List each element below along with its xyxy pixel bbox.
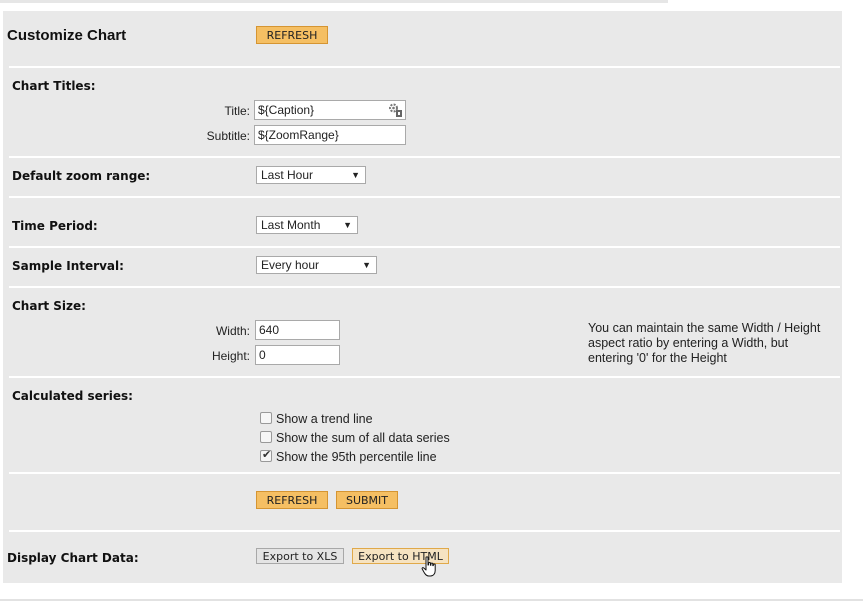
time-period-value: Last Month [261, 218, 321, 232]
refresh-button-bottom[interactable]: REFRESH [256, 491, 328, 509]
time-period-heading: Time Period: [12, 219, 98, 233]
subtitle-input[interactable]: ${ZoomRange} [254, 125, 406, 145]
divider [9, 530, 840, 532]
sum-series-checkbox[interactable] [260, 431, 272, 443]
width-input-value: 640 [259, 323, 280, 337]
divider [9, 286, 840, 288]
divider [9, 472, 840, 474]
subtitle-input-value: ${ZoomRange} [258, 128, 339, 142]
title-input[interactable]: ${Caption} [254, 100, 406, 120]
height-input-value: 0 [259, 348, 266, 362]
aspect-ratio-note-line: entering '0' for the Height [588, 351, 727, 365]
aspect-ratio-note-line: aspect ratio by entering a Width, but [588, 336, 789, 350]
top-border [0, 0, 668, 3]
divider [9, 376, 840, 378]
customize-chart-panel: Customize Chart REFRESH Chart Titles: Ti… [3, 11, 842, 583]
chart-size-heading: Chart Size: [12, 299, 86, 313]
aspect-ratio-note: You can maintain the same Width / Height… [588, 321, 840, 366]
sample-interval-value: Every hour [261, 258, 320, 272]
trend-line-checkbox[interactable] [260, 412, 272, 424]
insert-variable-icon[interactable] [388, 101, 403, 118]
height-input[interactable]: 0 [255, 345, 340, 365]
hand-pointer-icon [421, 556, 439, 578]
sample-interval-select[interactable]: Every hour ▼ [256, 256, 377, 274]
chart-titles-heading: Chart Titles: [12, 79, 96, 93]
zoom-range-heading: Default zoom range: [12, 169, 151, 183]
divider [9, 156, 840, 158]
aspect-ratio-note-line: You can maintain the same Width / Height [588, 321, 821, 335]
dropdown-arrow-icon: ▼ [351, 170, 360, 180]
zoom-range-select[interactable]: Last Hour ▼ [256, 166, 366, 184]
export-xls-button[interactable]: Export to XLS [256, 548, 344, 564]
zoom-range-value: Last Hour [261, 168, 314, 182]
title-label: Title: [224, 104, 250, 118]
dropdown-arrow-icon: ▼ [362, 260, 371, 270]
time-period-select[interactable]: Last Month ▼ [256, 216, 358, 234]
sum-series-label[interactable]: Show the sum of all data series [276, 431, 450, 445]
bottom-border [0, 599, 863, 601]
percentile-line-label[interactable]: Show the 95th percentile line [276, 450, 437, 464]
display-chart-data-heading: Display Chart Data: [7, 551, 139, 565]
sample-interval-heading: Sample Interval: [12, 259, 124, 273]
calculated-series-heading: Calculated series: [12, 389, 133, 403]
percentile-line-checkbox[interactable] [260, 448, 272, 462]
subtitle-label: Subtitle: [206, 129, 250, 143]
page-title: Customize Chart [7, 27, 127, 44]
trend-line-label[interactable]: Show a trend line [276, 412, 373, 426]
width-label: Width: [215, 324, 250, 338]
height-label: Height: [211, 349, 250, 363]
submit-button[interactable]: SUBMIT [336, 491, 398, 509]
divider [9, 196, 840, 198]
dropdown-arrow-icon: ▼ [343, 220, 352, 230]
refresh-button-top[interactable]: REFRESH [256, 26, 328, 44]
title-input-value: ${Caption} [258, 103, 315, 117]
divider [9, 246, 840, 248]
divider [9, 66, 840, 68]
width-input[interactable]: 640 [255, 320, 340, 340]
